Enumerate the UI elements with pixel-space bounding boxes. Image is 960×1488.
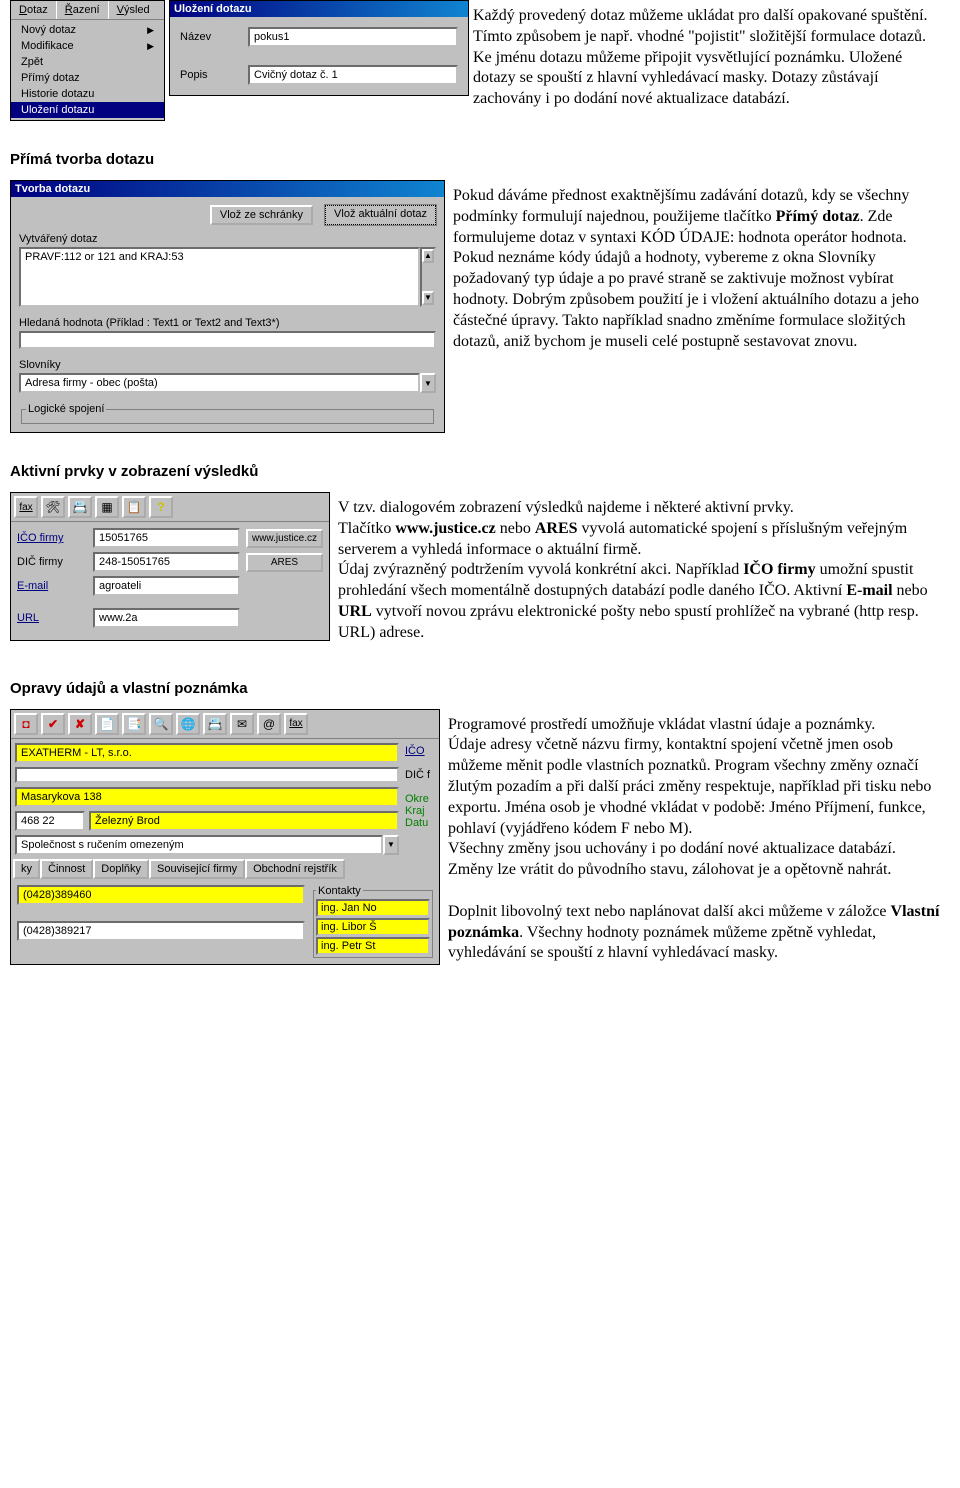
s2-heading: Přímá tvorba dotazu — [10, 151, 950, 168]
sub-modifikace[interactable]: Modifikace▶ — [11, 38, 164, 54]
input-firma[interactable]: EXATHERM - LT, s.r.o. — [15, 743, 399, 763]
input-nazev[interactable]: pokus1 — [248, 27, 458, 47]
fax2-icon[interactable]: fax — [284, 713, 308, 735]
menu-vysled[interactable]: Výsled — [109, 1, 158, 19]
s3-heading: Aktivní prvky v zobrazení výsledků — [10, 463, 950, 480]
osoba2[interactable]: ing. Libor Š — [316, 918, 430, 936]
grid-icon[interactable]: ▦ — [95, 496, 119, 518]
label-logicke: Logické spojení — [26, 403, 106, 415]
aktivni-panel: fax 🛠 📇 ▦ 📋 ? IČO firmy 15051765 www.jus… — [10, 492, 330, 641]
combo-forma[interactable]: Společnost s ručením omezeným — [15, 835, 383, 855]
btn-justice[interactable]: www.justice.cz — [246, 529, 323, 548]
side-dic: DIČ f — [405, 769, 430, 781]
card-icon[interactable]: 📇 — [68, 496, 92, 518]
combo-slovniky[interactable]: Adresa firmy - obec (pošta) — [19, 373, 420, 393]
message-icon[interactable]: ✉ — [230, 713, 254, 735]
chevron-down-icon[interactable]: ▼ — [383, 835, 399, 855]
val-url[interactable]: www.2a — [93, 608, 240, 628]
dialog-title: Uložení dotazu — [170, 1, 468, 17]
osoba3[interactable]: ing. Petr St — [316, 937, 430, 955]
label-popis: Popis — [180, 69, 240, 81]
kontakty-title: Kontakty — [316, 885, 363, 897]
tab-cinnost[interactable]: Činnost — [40, 859, 93, 879]
save-dialog: Uložení dotazu Název pokus1 Popis Cvičný… — [169, 0, 469, 96]
s4-heading: Opravy údajů a vlastní poznámka — [10, 680, 950, 697]
label-nazev: Název — [180, 31, 240, 43]
tvorba-dialog: Tvorba dotazu Vlož ze schránky Vlož aktu… — [10, 180, 445, 433]
val-ico[interactable]: 15051765 — [93, 528, 240, 548]
input-blank1[interactable] — [15, 767, 399, 783]
context-menu-panel: Dotaz Řazení Výsled Nový dotaz▶ Modifika… — [10, 0, 165, 121]
docs-icon[interactable]: 📑 — [122, 713, 146, 735]
tab-souvisejici[interactable]: Související firmy — [149, 859, 245, 879]
side-kraj: Kraj — [405, 805, 425, 817]
check-icon[interactable]: ✔ — [41, 713, 65, 735]
btn-vloz-schranky[interactable]: Vlož ze schránky — [210, 205, 313, 225]
btn-vloz-aktualni[interactable]: Vlož aktuální dotaz — [325, 205, 436, 225]
help-icon[interactable]: ? — [149, 496, 173, 518]
sub-zpet[interactable]: Zpět — [11, 54, 164, 70]
textarea-dotaz[interactable]: PRAVF:112 or 121 and KRAJ:53 — [19, 247, 420, 307]
copy-icon[interactable]: 📋 — [122, 496, 146, 518]
label-vytvareny: Vytvářený dotaz — [19, 233, 436, 245]
chevron-down-icon[interactable]: ▼ — [420, 373, 436, 393]
tvorba-title: Tvorba dotazu — [11, 181, 444, 197]
input-popis[interactable]: Cvičný dotaz č. 1 — [248, 65, 458, 85]
tools-icon[interactable]: 🛠 — [41, 496, 65, 518]
menu-dotaz[interactable]: Dotaz — [11, 1, 57, 19]
sub-primy-dotaz[interactable]: Přímý dotaz — [11, 70, 164, 86]
opravy-panel: ◘ ✔ ✘ 📄 📑 🔍 🌐 📇 ✉ @ fax EXATHERM - LT, s… — [10, 709, 440, 965]
sub-novy-dotaz[interactable]: Nový dotaz▶ — [11, 22, 164, 38]
s1-text: Každý provedený dotaz můžeme ukládat pro… — [473, 0, 950, 116]
val-email[interactable]: agroateli — [93, 576, 240, 596]
tab-obchodni[interactable]: Obchodní rejstřík — [245, 859, 345, 879]
sub-historie[interactable]: Historie dotazu — [11, 86, 164, 102]
globe-icon[interactable]: 🌐 — [176, 713, 200, 735]
cancel-icon[interactable]: ✘ — [68, 713, 92, 735]
tab-ky[interactable]: ky — [13, 859, 40, 879]
search-icon[interactable]: 🔍 — [149, 713, 173, 735]
side-okre: Okre — [405, 793, 429, 805]
stop-icon[interactable]: ◘ — [14, 713, 38, 735]
label-hledana: Hledaná hodnota (Příklad : Text1 or Text… — [19, 317, 436, 329]
label-dic: DIČ firmy — [17, 556, 87, 568]
side-datu: Datu — [405, 817, 428, 829]
link-ico-firmy[interactable]: IČO firmy — [17, 532, 87, 544]
input-mesto[interactable]: Železný Brod — [89, 811, 399, 831]
link-email[interactable]: E-mail — [17, 580, 87, 592]
at-icon[interactable]: @ — [257, 713, 281, 735]
input-tel2[interactable]: (0428)389217 — [17, 921, 305, 941]
s3-text: V tzv. dialogovém zobrazení výsledků naj… — [338, 492, 950, 650]
doc-icon[interactable]: 📄 — [95, 713, 119, 735]
s2-text: Pokud dáváme přednost exaktnějšímu zadáv… — [453, 180, 950, 358]
tab-doplnky[interactable]: Doplňky — [93, 859, 149, 879]
btn-ares[interactable]: ARES — [246, 553, 323, 572]
sub-ulozeni[interactable]: Uložení dotazu — [11, 102, 164, 118]
osoba1[interactable]: ing. Jan No — [316, 899, 430, 917]
label-slovniky: Slovníky — [19, 359, 436, 371]
input-tel1[interactable]: (0428)389460 — [17, 885, 305, 905]
input-hledana[interactable] — [19, 331, 436, 349]
input-ulice[interactable]: Masarykova 138 — [15, 787, 399, 807]
menu-razeni[interactable]: Řazení — [57, 1, 109, 19]
s4-text: Programové prostředí umožňuje vkládat vl… — [448, 709, 950, 971]
input-psc[interactable]: 468 22 — [15, 811, 85, 831]
fax-icon[interactable]: fax — [14, 496, 38, 518]
val-dic[interactable]: 248-15051765 — [93, 552, 240, 572]
side-ico[interactable]: IČO — [405, 745, 425, 757]
link-url[interactable]: URL — [17, 612, 87, 624]
card2-icon[interactable]: 📇 — [203, 713, 227, 735]
